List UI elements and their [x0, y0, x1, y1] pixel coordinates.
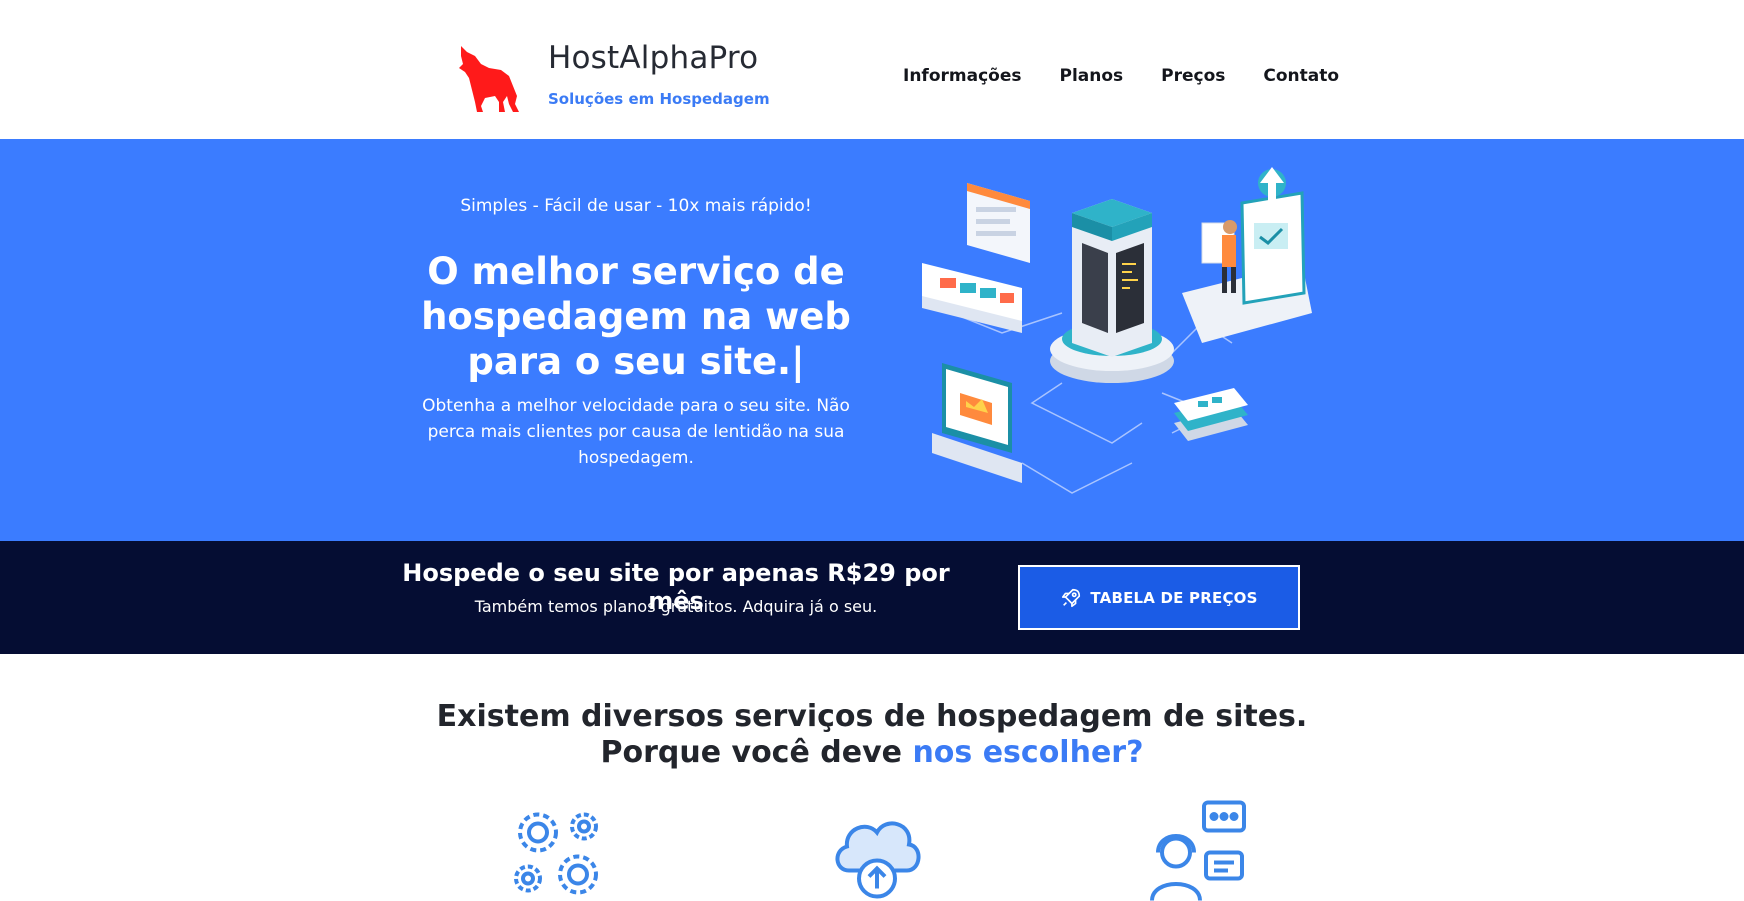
brand-name[interactable]: HostAlphaPro: [548, 40, 758, 76]
brand-tagline: Soluções em Hospedagem: [548, 90, 770, 108]
why-title-accent: nos escolher?: [912, 735, 1144, 770]
hosting-server-illustration: [922, 167, 1312, 494]
why-title-line1: Existem diversos serviços de hospedagem …: [436, 699, 1308, 734]
wolf-howling-icon[interactable]: [455, 42, 521, 114]
customer-support-icon: [1150, 800, 1246, 901]
card-stack-bottom-right: [1174, 388, 1248, 441]
why-title-line2-prefix: Porque você deve: [600, 735, 913, 770]
main-nav: Informações Planos Preços Contato: [903, 66, 1339, 86]
hero-title-line: para o seu site.|: [467, 340, 805, 383]
cta-subtitle: Também temos planos gratuitos. Adquira j…: [474, 597, 878, 616]
nav-item-informacoes[interactable]: Informações: [903, 66, 1021, 86]
server-tower: [1050, 199, 1174, 383]
hero-description: Obtenha a melhor velocidade para o seu s…: [422, 396, 850, 468]
gears-icon: [514, 812, 598, 895]
card-stack-top-left: [967, 183, 1030, 263]
person-screen-right: [1182, 167, 1312, 343]
hero-kicker: Simples - Fácil de usar - 10x mais rápid…: [460, 196, 812, 216]
why-us-title: Existem diversos serviços de hospedagem …: [372, 699, 1372, 771]
hero-title-line: O melhor serviço de: [427, 250, 845, 293]
card-stack-left: [922, 263, 1022, 333]
hero-title: O melhor serviço de hospedagem na web pa…: [386, 249, 886, 384]
nav-item-planos[interactable]: Planos: [1059, 66, 1123, 86]
cta-band: Hospede o seu site por apenas R$29 por m…: [0, 541, 1744, 654]
pricing-table-button[interactable]: TABELA DE PREÇOS: [1018, 565, 1300, 630]
hero-section: Simples - Fácil de usar - 10x mais rápid…: [0, 139, 1744, 541]
hero-title-line: hospedagem na web: [421, 295, 851, 338]
rocket-icon: [1062, 588, 1081, 607]
pricing-button-label: TABELA DE PREÇOS: [1090, 588, 1258, 607]
site-header: HostAlphaPro Soluções em Hospedagem Info…: [0, 0, 1744, 139]
cloud-upload-icon: [835, 821, 921, 899]
nav-item-contato[interactable]: Contato: [1263, 66, 1339, 86]
laptop-bottom-left: [932, 363, 1022, 483]
nav-item-precos[interactable]: Preços: [1161, 66, 1225, 86]
